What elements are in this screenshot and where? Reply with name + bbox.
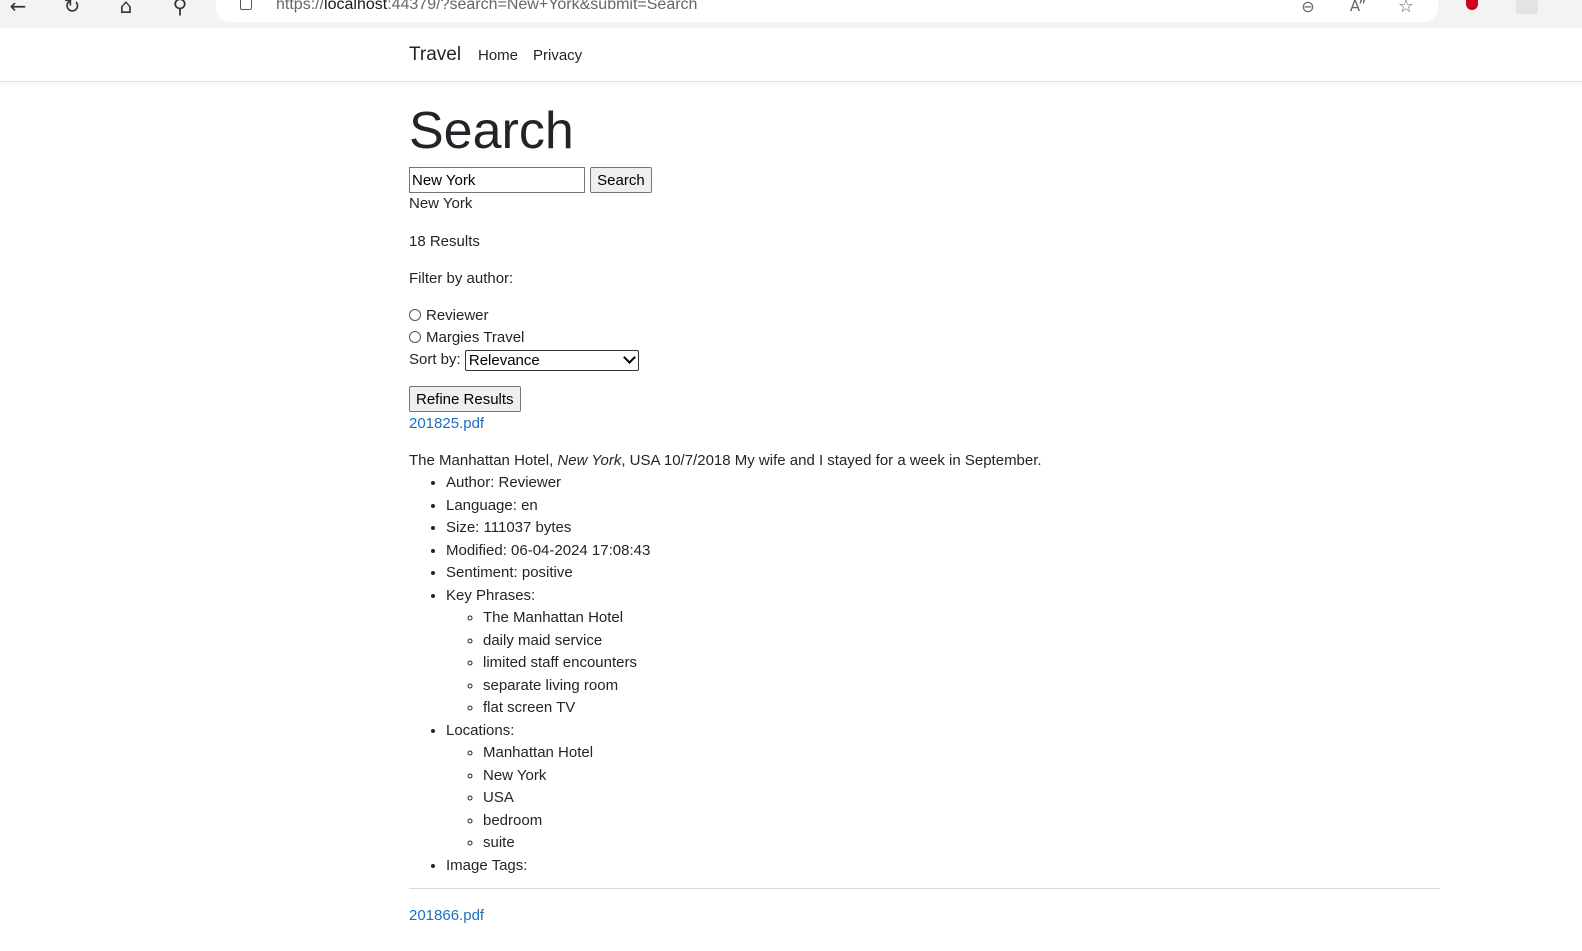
home-icon[interactable]: ⌂	[114, 0, 138, 18]
main-content: Search Search New York 18 Results Filter…	[409, 100, 1449, 924]
back-arrow-icon[interactable]: ←	[6, 0, 30, 18]
page-title: Search	[409, 102, 574, 160]
nav-link-home[interactable]: Home	[478, 47, 518, 64]
meta-size: Size: 111037 bytes	[446, 517, 650, 540]
results-count: 18 Results	[409, 233, 480, 250]
author-label: Margies Travel	[426, 329, 525, 346]
author-option-reviewer[interactable]: Reviewer	[409, 305, 489, 327]
result-snippet: The Manhattan Hotel, New York, USA 10/7/…	[409, 452, 1042, 469]
meta-image-tags: Image Tags:	[446, 855, 650, 878]
meta-sentiment: Sentiment: positive	[446, 562, 650, 585]
location-item: suite	[483, 832, 650, 855]
filter-label: Filter by author:	[409, 270, 514, 287]
read-aloud-icon[interactable]: A”	[1346, 0, 1370, 18]
refresh-icon[interactable]: ↻	[60, 0, 84, 18]
favorite-star-icon[interactable]: ☆	[1394, 0, 1418, 18]
address-bar[interactable]: https://localhost:44379/?search=New+York…	[216, 0, 1438, 22]
nav-link-privacy[interactable]: Privacy	[533, 47, 582, 64]
location-item: USA	[483, 787, 650, 810]
location-item: bedroom	[483, 810, 650, 833]
search-icon[interactable]: ⚲	[168, 0, 192, 18]
location-item: Manhattan Hotel	[483, 742, 650, 765]
sort-selected-value: Relevance	[468, 351, 540, 369]
sort-select[interactable]: Relevance	[464, 349, 639, 371]
search-form: Search	[409, 167, 652, 193]
search-input[interactable]	[409, 167, 585, 193]
browser-toolbar: ← ↻ ⌂ ⚲ https://localhost:44379/?search=…	[0, 0, 1582, 29]
result-divider	[409, 888, 1440, 889]
radio-margies-travel[interactable]	[409, 330, 421, 343]
snippet-highlight: New York	[557, 452, 622, 469]
meta-key-phrases: Key Phrases: The Manhattan Hotel daily m…	[446, 585, 650, 720]
key-phrase-item: flat screen TV	[483, 697, 650, 720]
search-button[interactable]: Search	[590, 167, 652, 193]
site-navbar: Travel Home Privacy	[0, 28, 1582, 82]
meta-author: Author: Reviewer	[446, 472, 650, 495]
author-label: Reviewer	[426, 307, 489, 324]
chevron-down-icon	[622, 350, 636, 364]
author-option-margies-travel[interactable]: Margies Travel	[409, 327, 524, 349]
key-phrase-item: separate living room	[483, 675, 650, 698]
refine-row: Refine Results	[409, 386, 521, 412]
page-info-icon[interactable]	[240, 0, 252, 10]
sort-label: Sort by:	[409, 351, 461, 368]
meta-modified: Modified: 06-04-2024 17:08:43	[446, 540, 650, 563]
brand-link[interactable]: Travel	[409, 44, 461, 66]
refine-results-button[interactable]: Refine Results	[409, 386, 521, 412]
key-phrase-item: daily maid service	[483, 630, 650, 653]
query-echo: New York	[409, 195, 473, 212]
radio-reviewer[interactable]	[409, 308, 421, 321]
meta-language: Language: en	[446, 495, 650, 518]
zoom-out-icon[interactable]: ⊖	[1296, 0, 1320, 18]
sort-row: Sort by: Relevance	[409, 349, 639, 371]
result-file-link[interactable]: 201866.pdf	[409, 905, 484, 927]
result-metadata: Author: Reviewer Language: en Size: 1110…	[409, 472, 650, 877]
address-url[interactable]: https://localhost:44379/?search=New+York…	[276, 0, 697, 14]
location-item: New York	[483, 765, 650, 788]
meta-locations: Locations: Manhattan Hotel New York USA …	[446, 720, 650, 855]
result-file-link[interactable]: 201825.pdf	[409, 413, 484, 435]
profile-icon[interactable]	[1516, 0, 1538, 14]
shield-extension-icon[interactable]	[1466, 0, 1478, 10]
key-phrase-item: The Manhattan Hotel	[483, 607, 650, 630]
key-phrase-item: limited staff encounters	[483, 652, 650, 675]
